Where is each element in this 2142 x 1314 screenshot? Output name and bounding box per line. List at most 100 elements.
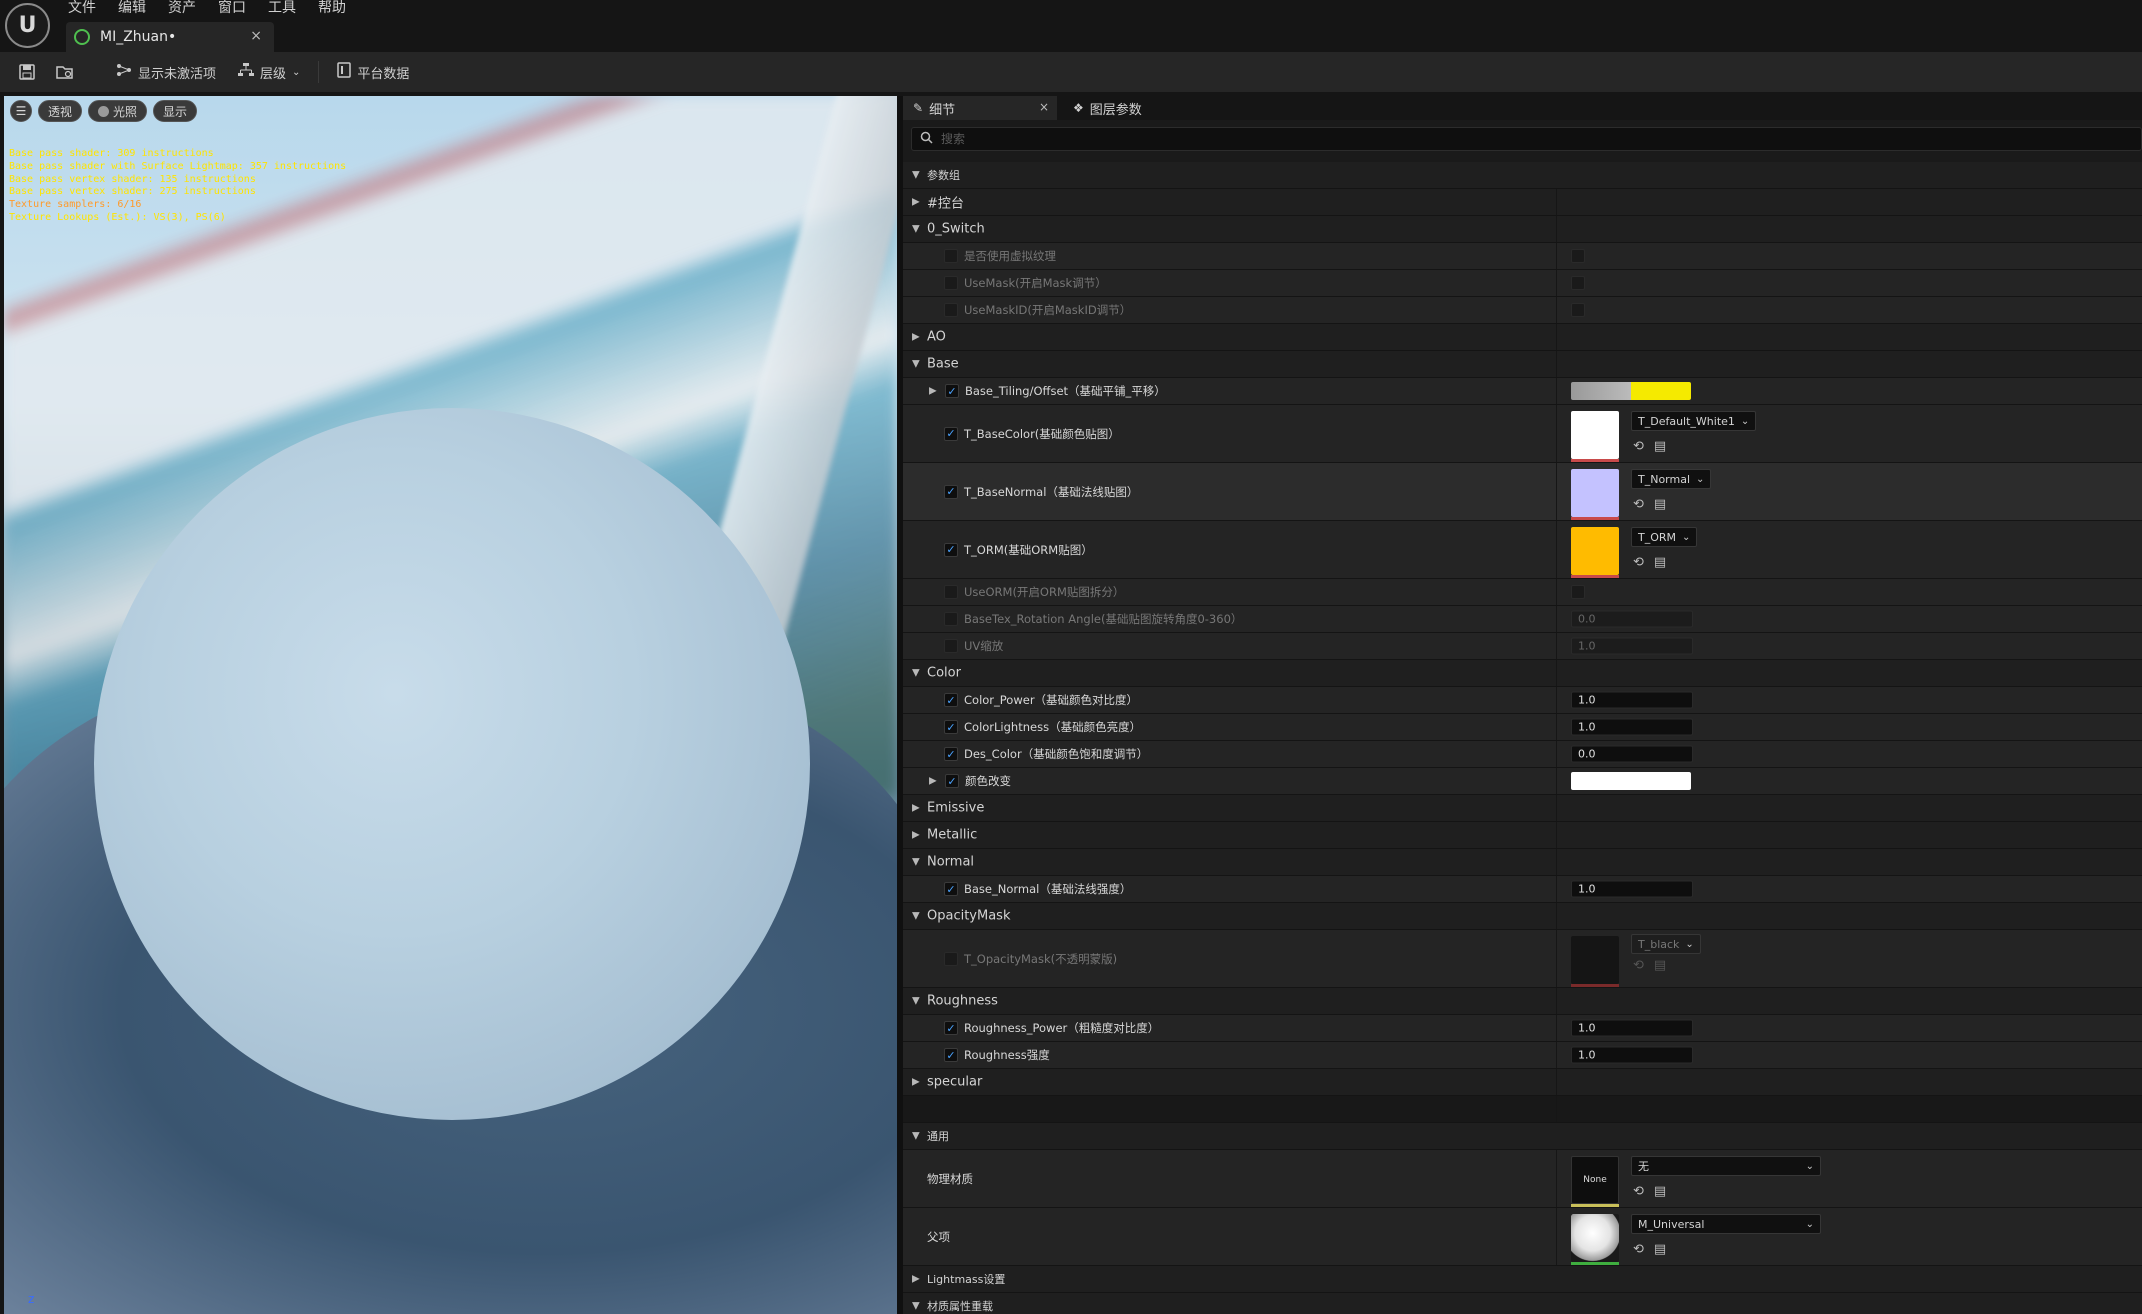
expand-arrow-icon[interactable]: ▼ <box>912 170 920 181</box>
browse-asset-icon[interactable]: ▤ <box>1654 1184 1666 1199</box>
number-input[interactable]: 1.0 <box>1571 1046 1693 1064</box>
collapse-arrow-icon[interactable]: ▶ <box>912 803 920 814</box>
category-specular[interactable]: ▶ specular <box>903 1069 2142 1096</box>
menu-file[interactable]: 文件 <box>68 0 118 18</box>
menu-window[interactable]: 窗口 <box>218 0 268 18</box>
override-checkbox[interactable]: ✓ <box>944 1021 958 1035</box>
override-checkbox[interactable]: ✓ <box>944 882 958 896</box>
menu-tools[interactable]: 工具 <box>268 0 318 18</box>
tab-layer-parameters[interactable]: ❖ 图层参数 <box>1067 96 1142 120</box>
use-selected-icon[interactable]: ⟲ <box>1633 1242 1644 1257</box>
category-console[interactable]: ▶ #控台 <box>903 189 2142 216</box>
browse-asset-icon[interactable]: ▤ <box>1654 1242 1666 1257</box>
texture-thumbnail[interactable] <box>1571 527 1619 575</box>
tab-details[interactable]: ✎ 细节 × <box>903 96 1057 120</box>
menu-asset[interactable]: 资产 <box>168 0 218 18</box>
color-swatch[interactable] <box>1571 772 1691 790</box>
value-checkbox[interactable] <box>1571 276 1585 290</box>
search-input[interactable] <box>941 132 2141 146</box>
collapse-arrow-icon[interactable]: ▶ <box>929 776 937 787</box>
category-general[interactable]: ▼ 通用 <box>903 1123 2142 1150</box>
category-material-override[interactable]: ▼ 材质属性重载 <box>903 1293 2142 1314</box>
override-checkbox[interactable] <box>944 303 958 317</box>
expand-arrow-icon[interactable]: ▼ <box>912 224 920 235</box>
close-tab-icon[interactable]: × <box>1039 100 1049 114</box>
category-lightmass[interactable]: ▶ Lightmass设置 <box>903 1266 2142 1293</box>
use-selected-icon[interactable]: ⟲ <box>1633 555 1644 570</box>
asset-picker[interactable]: T_Default_White1 ⌄ <box>1631 411 1757 431</box>
use-selected-icon[interactable]: ⟲ <box>1633 958 1644 973</box>
override-checkbox[interactable] <box>944 612 958 626</box>
collapse-arrow-icon[interactable]: ▶ <box>912 1274 920 1285</box>
override-checkbox[interactable]: ✓ <box>945 774 959 788</box>
collapse-arrow-icon[interactable]: ▶ <box>912 830 920 841</box>
category-roughness[interactable]: ▼ Roughness <box>903 988 2142 1015</box>
expand-arrow-icon[interactable]: ▼ <box>912 911 920 922</box>
number-input[interactable]: 1.0 <box>1571 718 1693 736</box>
expand-arrow-icon[interactable]: ▼ <box>912 359 920 370</box>
override-checkbox[interactable] <box>944 276 958 290</box>
save-icon[interactable] <box>16 61 38 83</box>
collapse-arrow-icon[interactable]: ▶ <box>912 1077 920 1088</box>
override-checkbox[interactable]: ✓ <box>945 384 959 398</box>
value-checkbox[interactable] <box>1571 303 1585 317</box>
collapse-arrow-icon[interactable]: ▶ <box>929 386 937 397</box>
value-checkbox[interactable] <box>1571 249 1585 263</box>
number-input[interactable]: 1.0 <box>1571 691 1693 709</box>
collapse-arrow-icon[interactable]: ▶ <box>912 332 920 343</box>
lit-mode-button[interactable]: 光照 <box>88 100 148 122</box>
number-input[interactable]: 0.0 <box>1571 610 1693 628</box>
override-checkbox[interactable]: ✓ <box>944 693 958 707</box>
asset-picker[interactable]: T_Normal ⌄ <box>1631 469 1712 489</box>
number-input[interactable]: 0.0 <box>1571 745 1693 763</box>
asset-thumbnail[interactable]: None <box>1571 1156 1619 1204</box>
texture-thumbnail[interactable] <box>1571 936 1619 984</box>
expand-arrow-icon[interactable]: ▼ <box>912 668 920 679</box>
asset-picker[interactable]: M_Universal ⌄ <box>1631 1214 1821 1234</box>
asset-picker[interactable]: 无 ⌄ <box>1631 1156 1821 1176</box>
perspective-button[interactable]: 透视 <box>38 100 83 122</box>
category-param-group[interactable]: ▼ 参数组 <box>903 162 2142 189</box>
preview-viewport[interactable]: ☰ 透视 光照 显示 Base pass shader: 309 instruc… <box>4 96 897 1314</box>
number-input[interactable]: 1.0 <box>1571 880 1693 898</box>
document-tab[interactable]: MI_Zhuan• × <box>66 22 274 52</box>
override-checkbox[interactable] <box>944 639 958 653</box>
browse-asset-icon[interactable]: ▤ <box>1654 958 1666 973</box>
category-base[interactable]: ▼ Base <box>903 351 2142 378</box>
collapse-arrow-icon[interactable]: ▶ <box>912 197 920 208</box>
use-selected-icon[interactable]: ⟲ <box>1633 439 1644 454</box>
category-emissive[interactable]: ▶ Emissive <box>903 795 2142 822</box>
expand-arrow-icon[interactable]: ▼ <box>912 1131 920 1142</box>
expand-arrow-icon[interactable]: ▼ <box>912 1301 920 1312</box>
override-checkbox[interactable] <box>944 249 958 263</box>
browse-asset-icon[interactable]: ▤ <box>1654 497 1666 512</box>
number-input[interactable]: 1.0 <box>1571 1019 1693 1037</box>
asset-picker[interactable]: T_black ⌄ <box>1631 934 1701 954</box>
category-color[interactable]: ▼ Color <box>903 660 2142 687</box>
close-tab-icon[interactable]: × <box>250 28 262 44</box>
browse-icon[interactable] <box>54 61 76 83</box>
viewport-menu-button[interactable]: ☰ <box>10 100 32 122</box>
show-inactive-button[interactable]: 显示未激活项 <box>116 63 216 82</box>
expand-arrow-icon[interactable]: ▼ <box>912 857 920 868</box>
unreal-logo-icon[interactable]: U <box>5 3 50 48</box>
texture-thumbnail[interactable] <box>1571 469 1619 517</box>
override-checkbox[interactable]: ✓ <box>944 1048 958 1062</box>
override-checkbox[interactable]: ✓ <box>944 542 958 557</box>
color-swatch[interactable] <box>1571 382 1691 400</box>
override-checkbox[interactable]: ✓ <box>944 484 958 499</box>
use-selected-icon[interactable]: ⟲ <box>1633 497 1644 512</box>
asset-thumbnail[interactable] <box>1571 1214 1619 1262</box>
platform-data-button[interactable]: 平台数据 <box>337 62 409 82</box>
category-normal[interactable]: ▼ Normal <box>903 849 2142 876</box>
browse-asset-icon[interactable]: ▤ <box>1654 439 1666 454</box>
number-input[interactable]: 1.0 <box>1571 637 1693 655</box>
expand-arrow-icon[interactable]: ▼ <box>912 996 920 1007</box>
texture-thumbnail[interactable] <box>1571 411 1619 459</box>
category-metallic[interactable]: ▶ Metallic <box>903 822 2142 849</box>
use-selected-icon[interactable]: ⟲ <box>1633 1184 1644 1199</box>
asset-picker[interactable]: T_ORM ⌄ <box>1631 527 1698 547</box>
browse-asset-icon[interactable]: ▤ <box>1654 555 1666 570</box>
value-checkbox[interactable] <box>1571 585 1585 599</box>
menu-help[interactable]: 帮助 <box>318 0 368 18</box>
